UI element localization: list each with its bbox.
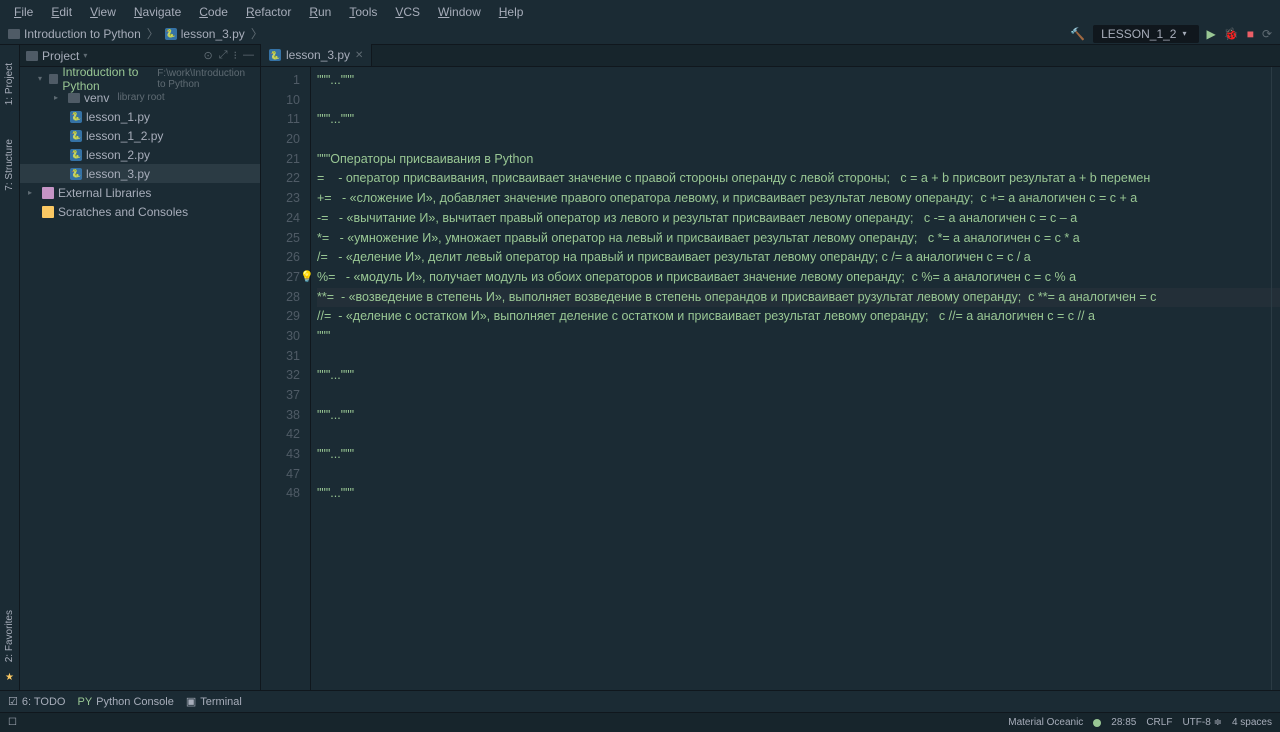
menu-code[interactable]: Code <box>191 2 236 22</box>
tree-file[interactable]: 🐍 lesson_2.py <box>20 145 260 164</box>
tree-label: Scratches and Consoles <box>58 205 188 219</box>
tree-project-root[interactable]: ▾ Introduction to Python F:\work\Introdu… <box>20 69 260 88</box>
python-icon: PY <box>77 696 92 708</box>
structure-tool-tab[interactable]: 7: Structure <box>2 133 17 197</box>
left-tool-gutter: 1: Project 7: Structure 2: Favorites ★ <box>0 45 20 690</box>
settings-icon[interactable]: ⁝ <box>234 49 238 62</box>
theme-indicator[interactable]: Material Oceanic <box>1008 717 1083 728</box>
run-button[interactable]: ▶ <box>1207 27 1216 41</box>
menu-file[interactable]: File <box>6 2 41 22</box>
tab-label: lesson_3.py <box>286 48 350 62</box>
project-tree: ▾ Introduction to Python F:\work\Introdu… <box>20 67 260 223</box>
close-icon[interactable]: ✕ <box>355 50 363 61</box>
tree-hint: library root <box>117 92 164 103</box>
menu-view[interactable]: View <box>82 2 124 22</box>
line-gutter: 110112021222324252627💡282930313237384243… <box>261 67 311 690</box>
tree-external-libs[interactable]: ▸ External Libraries <box>20 183 260 202</box>
tree-hint: F:\work\Introduction to Python <box>157 68 256 90</box>
line-separator[interactable]: CRLF <box>1146 717 1172 728</box>
editor-area: 🐍 lesson_3.py ✕ 110112021222324252627💡28… <box>261 45 1280 690</box>
encoding[interactable]: UTF-8 ≑ <box>1182 717 1222 728</box>
bottom-tool-bar: ☑6: TODO PYPython Console ▣Terminal <box>0 690 1280 712</box>
editor-tabs: 🐍 lesson_3.py ✕ <box>261 45 1280 67</box>
tree-file[interactable]: 🐍 lesson_1_2.py <box>20 126 260 145</box>
todo-button[interactable]: ☑6: TODO <box>8 695 65 708</box>
menu-vcs[interactable]: VCS <box>387 2 428 22</box>
sidebar-title-label: Project <box>42 49 79 63</box>
menu-edit[interactable]: Edit <box>43 2 80 22</box>
tree-label: lesson_3.py <box>86 167 150 181</box>
breadcrumb-project[interactable]: Introduction to Python <box>8 27 141 41</box>
collapse-icon[interactable]: ⤢ <box>219 49 228 62</box>
caret-icon: ▸ <box>28 188 38 197</box>
breadcrumb-file[interactable]: 🐍 lesson_3.py <box>165 27 245 41</box>
status-bar: ☐ Material Oceanic 28:85 CRLF UTF-8 ≑ 4 … <box>0 712 1280 732</box>
breadcrumb-project-label: Introduction to Python <box>24 27 141 41</box>
python-icon: 🐍 <box>70 168 82 180</box>
cursor-position[interactable]: 28:85 <box>1111 717 1136 728</box>
target-icon[interactable]: ⊙ <box>203 49 212 62</box>
menu-navigate[interactable]: Navigate <box>126 2 189 22</box>
folder-icon <box>8 29 20 39</box>
check-icon: ☑ <box>8 695 18 708</box>
tree-label: lesson_1.py <box>86 110 150 124</box>
caret-icon: ▸ <box>54 93 64 102</box>
project-sidebar: Project ▾ ⊙ ⤢ ⁝ — ▾ Introduction to Pyth… <box>20 45 261 690</box>
python-icon: 🐍 <box>70 111 82 123</box>
tool-windows-icon[interactable]: ☐ <box>8 717 17 728</box>
tree-label: venv <box>84 91 109 105</box>
favorites-tool-tab[interactable]: 2: Favorites <box>2 604 17 668</box>
minimize-icon[interactable]: — <box>243 49 254 62</box>
run-config-name: LESSON_1_2 <box>1101 27 1176 41</box>
code-editor[interactable]: 110112021222324252627💡282930313237384243… <box>261 67 1280 690</box>
python-icon: 🐍 <box>70 149 82 161</box>
stop-button[interactable]: ■ <box>1247 27 1254 41</box>
build-icon[interactable]: 🔨 <box>1070 27 1085 41</box>
tree-file[interactable]: 🐍 lesson_3.py <box>20 164 260 183</box>
python-console-button[interactable]: PYPython Console <box>77 696 173 708</box>
caret-icon: ▾ <box>38 74 45 83</box>
debug-button[interactable]: 🐞 <box>1224 27 1239 41</box>
scratch-icon <box>42 206 54 218</box>
python-icon: 🐍 <box>269 49 281 61</box>
folder-icon <box>68 93 80 103</box>
tree-label: lesson_1_2.py <box>86 129 163 143</box>
chevron-icon: 〉 <box>251 25 263 42</box>
menu-window[interactable]: Window <box>430 2 489 22</box>
editor-tab[interactable]: 🐍 lesson_3.py ✕ <box>261 44 372 66</box>
menu-bar: FileEditViewNavigateCodeRefactorRunTools… <box>0 0 1280 23</box>
tree-label: External Libraries <box>58 186 151 200</box>
code-content[interactable]: """...""""""...""""""Операторы присваива… <box>311 67 1280 690</box>
dropdown-icon[interactable]: ▾ <box>83 51 87 60</box>
indent[interactable]: 4 spaces <box>1232 717 1272 728</box>
menu-run[interactable]: Run <box>301 2 339 22</box>
terminal-button[interactable]: ▣Terminal <box>186 695 242 708</box>
library-icon <box>42 187 54 199</box>
run-config-selector[interactable]: LESSON_1_2 ▾ <box>1093 25 1198 43</box>
tree-scratches[interactable]: Scratches and Consoles <box>20 202 260 221</box>
folder-icon <box>26 51 38 61</box>
breadcrumb-file-label: lesson_3.py <box>181 27 245 41</box>
tree-label: Introduction to Python <box>62 65 149 93</box>
tree-label: lesson_2.py <box>86 148 150 162</box>
dropdown-icon: ▾ <box>1182 29 1186 38</box>
python-icon: 🐍 <box>70 130 82 142</box>
python-icon: 🐍 <box>165 28 177 40</box>
breadcrumb-bar: Introduction to Python 〉 🐍 lesson_3.py 〉… <box>0 23 1280 45</box>
terminal-icon: ▣ <box>186 695 196 708</box>
update-button[interactable]: ⟳ <box>1262 27 1272 41</box>
menu-help[interactable]: Help <box>491 2 532 22</box>
margin-guide <box>1271 67 1272 690</box>
menu-refactor[interactable]: Refactor <box>238 2 299 22</box>
project-tool-tab[interactable]: 1: Project <box>2 57 17 111</box>
folder-icon <box>49 74 58 84</box>
star-icon[interactable]: ★ <box>3 670 17 684</box>
tree-file[interactable]: 🐍 lesson_1.py <box>20 107 260 126</box>
menu-tools[interactable]: Tools <box>341 2 385 22</box>
chevron-icon: 〉 <box>147 25 159 42</box>
